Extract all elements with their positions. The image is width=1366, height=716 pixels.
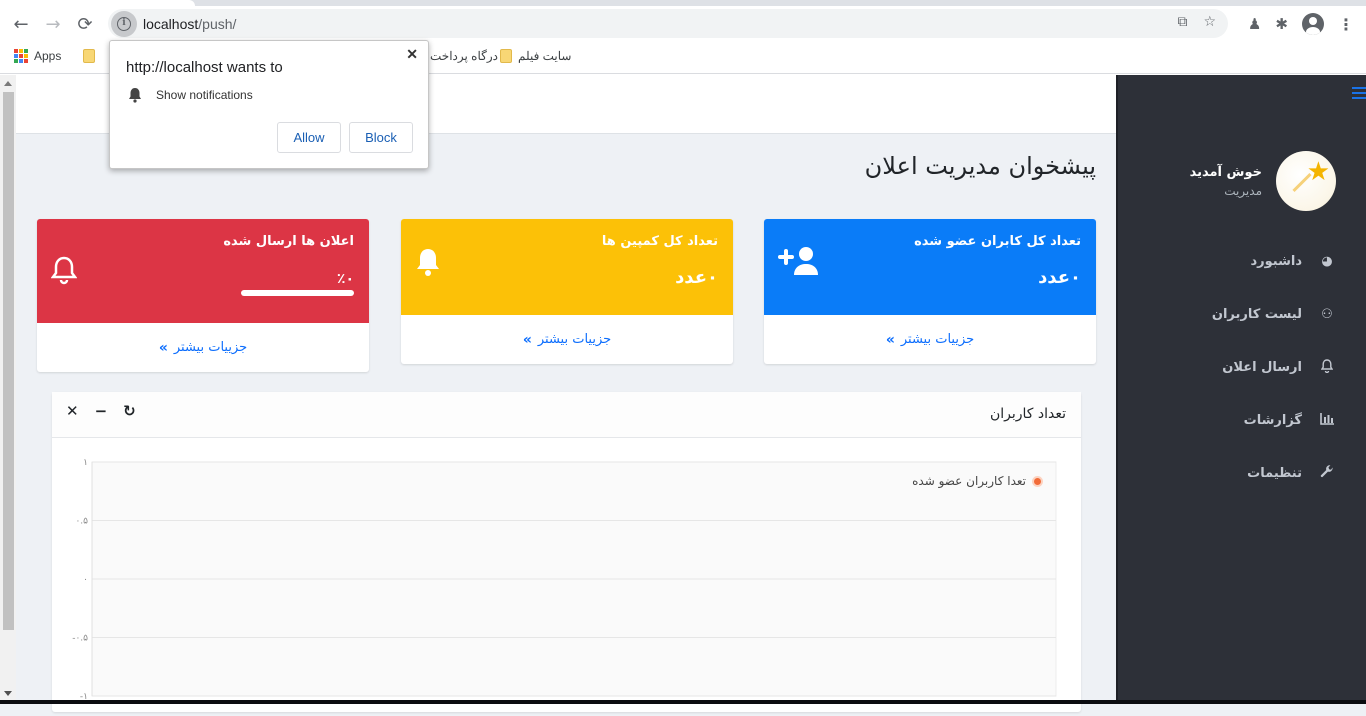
url-path: /push/ <box>198 15 237 32</box>
scroll-down-arrow-icon[interactable] <box>4 691 12 696</box>
url-text[interactable]: localhost/push/ <box>143 16 236 32</box>
close-icon[interactable]: ✕ <box>66 402 79 420</box>
chart-legend[interactable]: تعدا کاربران عضو شده <box>912 474 1043 488</box>
users-icon: ⚇ <box>1321 307 1333 322</box>
bell-icon <box>1318 358 1336 377</box>
bell-icon <box>129 88 141 103</box>
chart-card-header: ✕ − ↻ تعداد کاربران <box>52 392 1081 438</box>
bookmark-movie-site[interactable]: سایت فیلم <box>500 49 571 63</box>
scrollbar-thumb[interactable] <box>3 92 14 630</box>
welcome-text: خوش آمدید <box>1189 165 1262 180</box>
allow-button[interactable]: Allow <box>277 122 341 153</box>
avatar: ★ <box>1276 151 1336 211</box>
translate-icon[interactable]: ⧉ <box>1177 14 1187 30</box>
notifications-progress-bar <box>241 290 354 296</box>
chart-area: ۱ ۰.۵ ۰ -۰.۵ -۱ تعدا کاربران عضو شده <box>52 438 1081 712</box>
y-tick-label: ۱ <box>83 458 88 468</box>
card-label: اعلان ها ارسال شده <box>223 234 354 249</box>
hamburger-menu-icon[interactable] <box>1352 87 1366 102</box>
legend-label: تعدا کاربران عضو شده <box>912 474 1026 488</box>
more-details-label: جزییات بیشتر <box>537 332 612 347</box>
folder-icon <box>500 49 512 63</box>
card-total-users: تعداد کل کابران عضو شده ۰عدد جزییات بیشت… <box>764 219 1096 364</box>
sidebar-item-reports[interactable]: گزارشات <box>1116 394 1366 447</box>
card-notifications-sent: اعلان ها ارسال شده ٪۰ جزییات بیشتر » <box>37 219 369 372</box>
card-total-campaigns: تعداد کل کمپین ها ۰عدد جزییات بیشتر » <box>401 219 733 364</box>
y-tick-label: ۰.۵ <box>75 517 88 527</box>
address-bar[interactable]: i localhost/push/ ⧉ ☆ <box>108 9 1228 38</box>
chart-title: تعداد کاربران <box>989 406 1066 422</box>
card-value: ٪۰ <box>336 271 354 287</box>
sidebar-item-users-list[interactable]: ⚇ لیست کاربران <box>1116 288 1366 341</box>
card-value: ۰عدد <box>1038 267 1081 288</box>
bookmark-payment-gateway[interactable]: درگاه پرداخت <box>430 49 498 63</box>
browser-toolbar: ← → ⟳ i localhost/push/ ⧉ ☆ ♟ ✱ ⋮ <box>0 6 1366 42</box>
taskbar-edge <box>0 700 1366 704</box>
user-plus-icon <box>778 245 820 284</box>
card-more-details-link[interactable]: جزییات بیشتر » <box>764 315 1096 364</box>
sidebar-item-send-notification[interactable]: ارسال اعلان <box>1116 341 1366 394</box>
bookmark-label: Apps <box>34 49 62 63</box>
more-details-label: جزییات بیشتر <box>173 340 248 355</box>
minimize-icon[interactable]: − <box>95 402 108 420</box>
bookmark-label: درگاه پرداخت <box>430 49 498 63</box>
legend-marker-icon <box>1032 475 1043 487</box>
chevron-double-left-icon: » <box>158 339 168 356</box>
sidebar-item-label: تنظیمات <box>1247 466 1302 481</box>
refresh-icon[interactable]: ↻ <box>123 402 136 420</box>
page-scrollbar[interactable] <box>0 75 16 704</box>
extensions-puzzle-icon[interactable]: ✱ <box>1275 15 1288 33</box>
bookmark-star-icon[interactable]: ☆ <box>1203 14 1216 30</box>
card-label: تعداد کل کمپین ها <box>601 234 718 249</box>
sidebar: ★ خوش آمدید مدیریت ◕ داشبورد ⚇ لیست کارب… <box>1116 75 1366 704</box>
reload-icon[interactable]: ⟳ <box>74 13 96 35</box>
sidebar-item-label: داشبورد <box>1250 254 1302 269</box>
card-more-details-link[interactable]: جزییات بیشتر » <box>401 315 733 364</box>
profile-avatar-icon[interactable] <box>1302 13 1324 35</box>
card-value: ۰عدد <box>675 267 718 288</box>
y-tick-label: ۰ <box>83 575 88 585</box>
bell-outline-icon <box>50 255 78 292</box>
url-host: localhost <box>143 15 199 32</box>
chart-bar-icon <box>1318 412 1336 429</box>
notification-permission-popup: http://localhost wants to ✕ Show notific… <box>109 40 429 169</box>
forward-icon[interactable]: → <box>42 13 64 35</box>
close-icon[interactable]: ✕ <box>406 46 418 63</box>
extension-icon[interactable]: ♟ <box>1248 15 1261 33</box>
bookmark-apps[interactable]: Apps <box>14 49 61 63</box>
wrench-icon <box>1318 464 1336 483</box>
dashboard-gauge-icon: ◕ <box>1321 254 1333 269</box>
bookmark-label: سایت فیلم <box>518 49 572 63</box>
sidebar-item-label: ارسال اعلان <box>1222 360 1302 375</box>
card-more-details-link[interactable]: جزییات بیشتر » <box>37 323 369 372</box>
back-icon[interactable]: ← <box>10 13 32 35</box>
sidebar-item-label: لیست کاربران <box>1211 307 1302 322</box>
users-chart-card: ✕ − ↻ تعداد کاربران ۱ ۰.۵ ۰ -۰.۵ -۱ تعدا کار… <box>52 392 1081 712</box>
permission-text: Show notifications <box>156 88 253 102</box>
more-details-label: جزییات بیشتر <box>900 332 975 347</box>
magic-star-icon: ★ <box>1306 157 1330 187</box>
sidebar-item-label: گزارشات <box>1243 413 1302 428</box>
site-info-icon[interactable]: i <box>111 10 137 37</box>
main-content: پیشخوان مدیریت اعلان تعداد کل کابران عضو… <box>16 134 1116 712</box>
user-role: مدیریت <box>1224 184 1262 198</box>
y-tick-label: -۰.۵ <box>72 634 88 644</box>
bell-icon <box>415 247 441 284</box>
folder-icon <box>83 49 95 63</box>
block-button[interactable]: Block <box>349 122 413 153</box>
page-title: پیشخوان مدیریت اعلان <box>864 152 1096 180</box>
chevron-double-left-icon: » <box>522 331 532 348</box>
scroll-up-arrow-icon[interactable] <box>4 81 12 86</box>
apps-grid-icon <box>14 49 28 63</box>
sidebar-item-settings[interactable]: تنظیمات <box>1116 447 1366 500</box>
chevron-double-left-icon: » <box>885 331 895 348</box>
browser-menu-icon[interactable]: ⋮ <box>1338 15 1354 34</box>
sidebar-menu: ◕ داشبورد ⚇ لیست کاربران ارسال اعلان گزا… <box>1116 235 1366 500</box>
sidebar-item-dashboard[interactable]: ◕ داشبورد <box>1116 235 1366 288</box>
bookmark-folder[interactable] <box>83 49 95 63</box>
popup-title: http://localhost wants to <box>126 59 283 76</box>
card-label: تعداد کل کابران عضو شده <box>914 234 1081 249</box>
